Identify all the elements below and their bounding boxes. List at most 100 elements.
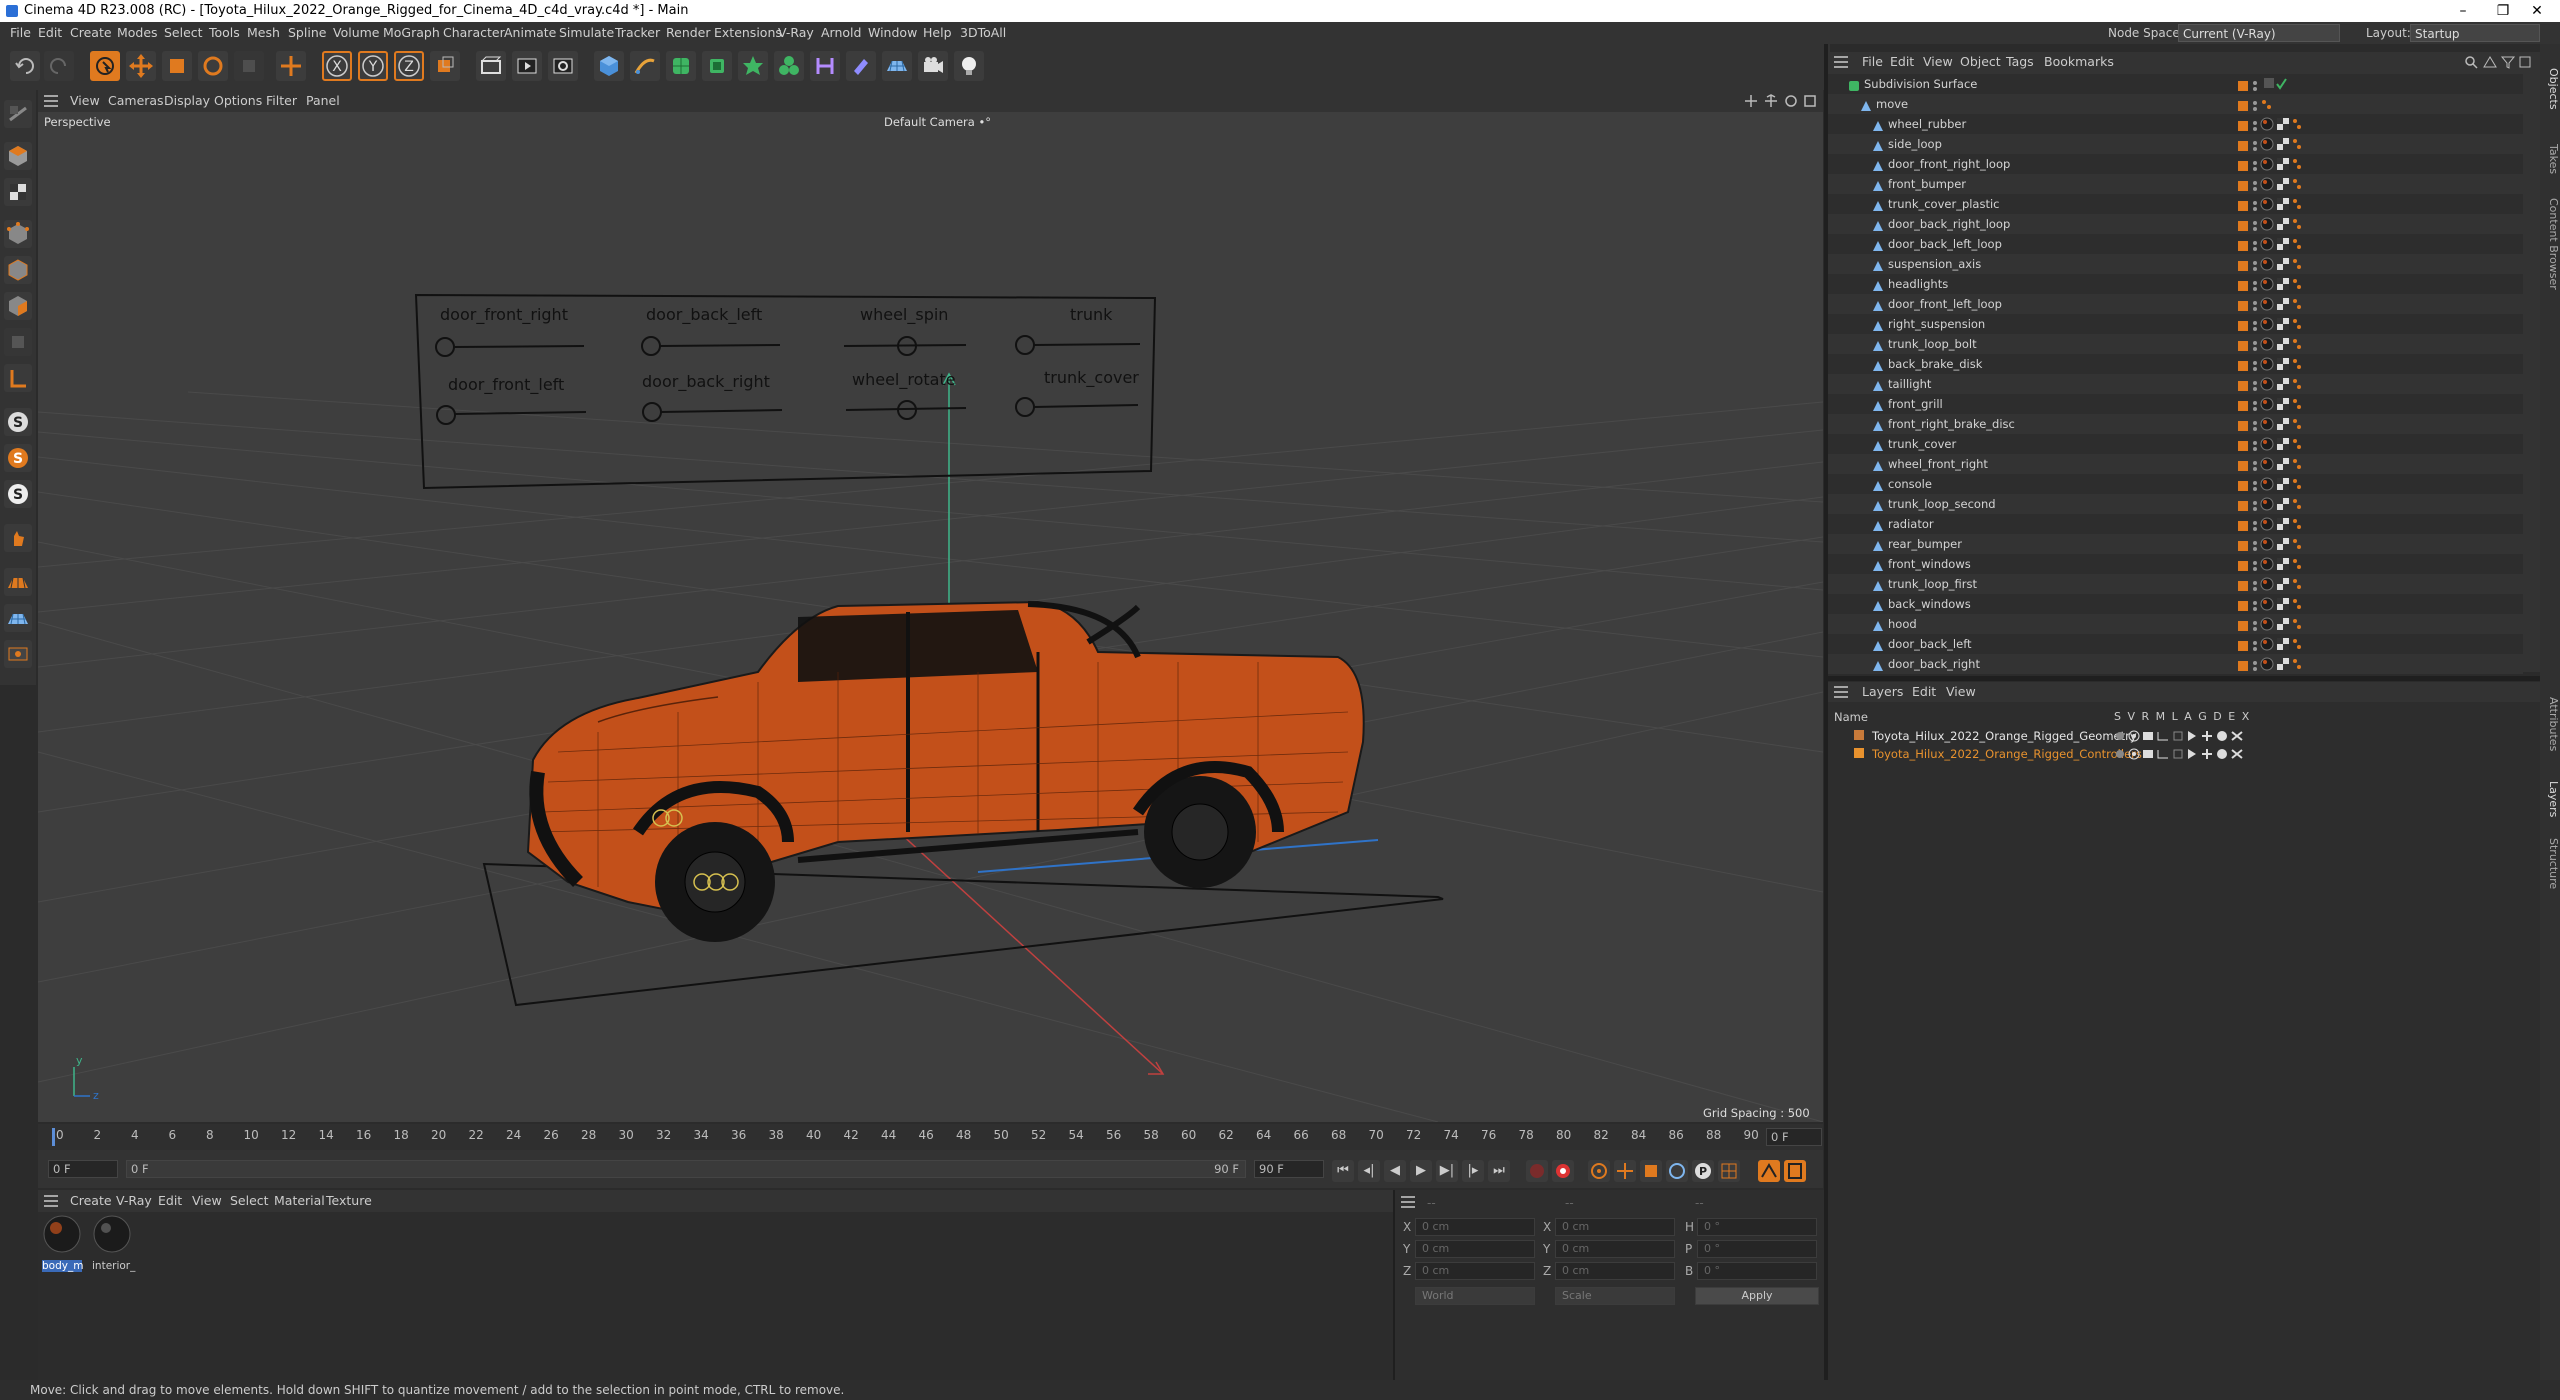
grid-floor-button[interactable] xyxy=(4,568,32,596)
apply-button[interactable]: Apply xyxy=(1695,1287,1819,1305)
menu-animate[interactable]: Animate xyxy=(504,22,556,44)
object-name[interactable]: wheel_front_right xyxy=(1888,454,1988,474)
menu-mesh[interactable]: Mesh xyxy=(247,22,280,44)
edges-mode-button[interactable] xyxy=(4,256,32,284)
layer-flag-icons[interactable] xyxy=(2114,748,2282,760)
tab-objects[interactable]: Objects xyxy=(2540,54,2560,124)
viewport-camera-label[interactable]: Default Camera •° xyxy=(884,115,991,129)
layer-name-geometry[interactable]: Toyota_Hilux_2022_Orange_Rigged_Geometry xyxy=(1872,727,2137,745)
object-name[interactable]: front_bumper xyxy=(1888,174,1966,194)
timeline-view-button[interactable] xyxy=(1758,1160,1780,1182)
object-tree-row[interactable]: door_front_left_loop xyxy=(1828,294,2523,314)
om-menu-bookmarks[interactable]: Bookmarks xyxy=(2044,52,2114,72)
frame-range-slider[interactable]: 0 F 90 F xyxy=(126,1160,1246,1178)
tab-layers[interactable]: Layers xyxy=(2540,774,2560,824)
material-swatch-interior[interactable]: interior_ xyxy=(92,1214,135,1272)
object-name[interactable]: front_grill xyxy=(1888,394,1943,414)
object-tree-row[interactable]: trunk_loop_bolt xyxy=(1828,334,2523,354)
layer-color-tag[interactable] xyxy=(2238,658,2262,678)
3d-viewport[interactable]: door_front_right door_back_left wheel_sp… xyxy=(38,112,1823,1122)
layout-dropdown[interactable]: Startup xyxy=(2410,24,2540,42)
coord-rot-h-field[interactable]: 0 ° xyxy=(1697,1218,1817,1236)
layer-row-geometry[interactable]: Toyota_Hilux_2022_Orange_Rigged_Geometry xyxy=(1836,727,2436,745)
menu-file[interactable]: File xyxy=(10,22,31,44)
object-tree-row[interactable]: rear_bumper xyxy=(1828,534,2523,554)
material-swatch-body[interactable]: body_m xyxy=(42,1214,83,1272)
om-search-filter-icons[interactable] xyxy=(2464,55,2536,69)
object-hamburger-icon[interactable] xyxy=(1834,56,1848,68)
material-menu-texture[interactable]: Texture xyxy=(326,1190,372,1212)
object-tree-row-group[interactable]: move xyxy=(1828,94,2523,114)
panel-divider-horizontal[interactable] xyxy=(1828,676,2540,681)
cloner-button[interactable] xyxy=(738,51,768,81)
om-menu-file[interactable]: File xyxy=(1862,52,1883,72)
object-tree-row[interactable]: door_back_left xyxy=(1828,634,2523,654)
object-tree-row[interactable]: taillight xyxy=(1828,374,2523,394)
viewport-menu-panel[interactable]: Panel xyxy=(306,90,340,112)
node-space-dropdown[interactable]: Current (V-Ray) xyxy=(2178,24,2340,42)
om-menu-view[interactable]: View xyxy=(1923,52,1953,72)
object-name[interactable]: back_windows xyxy=(1888,594,1971,614)
layer-color-swatch[interactable] xyxy=(1854,748,1864,758)
object-tree-row[interactable]: wheel_rubber xyxy=(1828,114,2523,134)
recent-tool-button[interactable] xyxy=(234,51,264,81)
scale-track-button[interactable] xyxy=(1640,1160,1662,1182)
object-tree-row[interactable]: headlights xyxy=(1828,274,2523,294)
viewport-projection-label[interactable]: Perspective xyxy=(44,115,111,129)
object-name[interactable]: door_front_left_loop xyxy=(1888,294,2002,314)
tab-structure[interactable]: Structure xyxy=(2540,829,2560,899)
coord-rot-b-field[interactable]: 0 ° xyxy=(1697,1262,1817,1280)
object-tree-row[interactable]: back_windows xyxy=(1828,594,2523,614)
object-tree-row[interactable]: trunk_loop_first xyxy=(1828,574,2523,594)
coord-pos-y-field[interactable]: 0 cm xyxy=(1415,1240,1535,1258)
points-mode-button[interactable] xyxy=(4,220,32,248)
close-button[interactable]: ✕ xyxy=(2514,0,2560,22)
object-name[interactable]: trunk_cover xyxy=(1888,434,1956,454)
object-name[interactable]: front_right_brake_disc xyxy=(1888,414,2015,434)
object-name[interactable]: headlights xyxy=(1888,274,1948,294)
render-view-button[interactable] xyxy=(476,51,506,81)
snap-button[interactable]: S xyxy=(4,408,32,436)
goto-start-button[interactable]: ⏮ xyxy=(1332,1160,1354,1182)
menu-window[interactable]: Window xyxy=(868,22,917,44)
material-menu-view[interactable]: View xyxy=(192,1190,222,1212)
object-tree-row[interactable]: door_back_right_loop xyxy=(1828,214,2523,234)
deformer-button[interactable] xyxy=(810,51,840,81)
object-tree-row[interactable]: trunk_cover_plastic xyxy=(1828,194,2523,214)
record-keyframe-button[interactable] xyxy=(1526,1160,1548,1182)
rotate-tool-button[interactable] xyxy=(198,51,228,81)
coord-scale-dropdown[interactable]: Scale xyxy=(1555,1287,1675,1305)
object-tree-row[interactable]: console xyxy=(1828,474,2523,494)
object-name[interactable]: door_back_left xyxy=(1888,634,1972,654)
extrude-generator-button[interactable] xyxy=(702,51,732,81)
object-name[interactable]: side_loop xyxy=(1888,134,1942,154)
workplane-button[interactable] xyxy=(4,364,32,392)
object-tree-row[interactable]: trunk_loop_second xyxy=(1828,494,2523,514)
object-tree-row[interactable]: back_brake_disk xyxy=(1828,354,2523,374)
model-mode-button[interactable] xyxy=(4,142,32,170)
object-name[interactable]: move xyxy=(1876,94,1908,114)
material-menu-material[interactable]: Material xyxy=(274,1190,325,1212)
menu-mograph[interactable]: MoGraph xyxy=(383,22,440,44)
menu-simulate[interactable]: Simulate xyxy=(559,22,614,44)
object-tree-row[interactable]: door_back_left_loop xyxy=(1828,234,2523,254)
make-editable-button[interactable] xyxy=(4,100,32,128)
slider-door-front-right-knob[interactable] xyxy=(435,337,455,357)
autokey-button[interactable] xyxy=(1552,1160,1574,1182)
tab-content-browser[interactable]: Content Browser xyxy=(2540,189,2560,299)
material-menu-create[interactable]: Create xyxy=(70,1190,112,1212)
viewport-menu-cameras[interactable]: Cameras xyxy=(108,90,164,112)
play-button[interactable]: ▶ xyxy=(1410,1160,1432,1182)
camera-button[interactable] xyxy=(918,51,948,81)
object-name[interactable]: door_front_right_loop xyxy=(1888,154,2010,174)
parameter-track-button[interactable]: P xyxy=(1692,1160,1714,1182)
object-name[interactable]: door_back_left_loop xyxy=(1888,234,2002,254)
material-menu-vray[interactable]: V-Ray xyxy=(116,1190,152,1212)
render-to-picture-viewer-button[interactable] xyxy=(512,51,542,81)
object-tags[interactable] xyxy=(2260,657,2330,677)
subdivision-surface-button[interactable] xyxy=(666,51,696,81)
x-axis-lock-button[interactable]: X xyxy=(322,51,352,81)
layer-menu-view[interactable]: View xyxy=(1946,682,1976,702)
object-name[interactable]: trunk_cover_plastic xyxy=(1888,194,2000,214)
coords-hamburger-icon[interactable] xyxy=(1401,1196,1415,1208)
